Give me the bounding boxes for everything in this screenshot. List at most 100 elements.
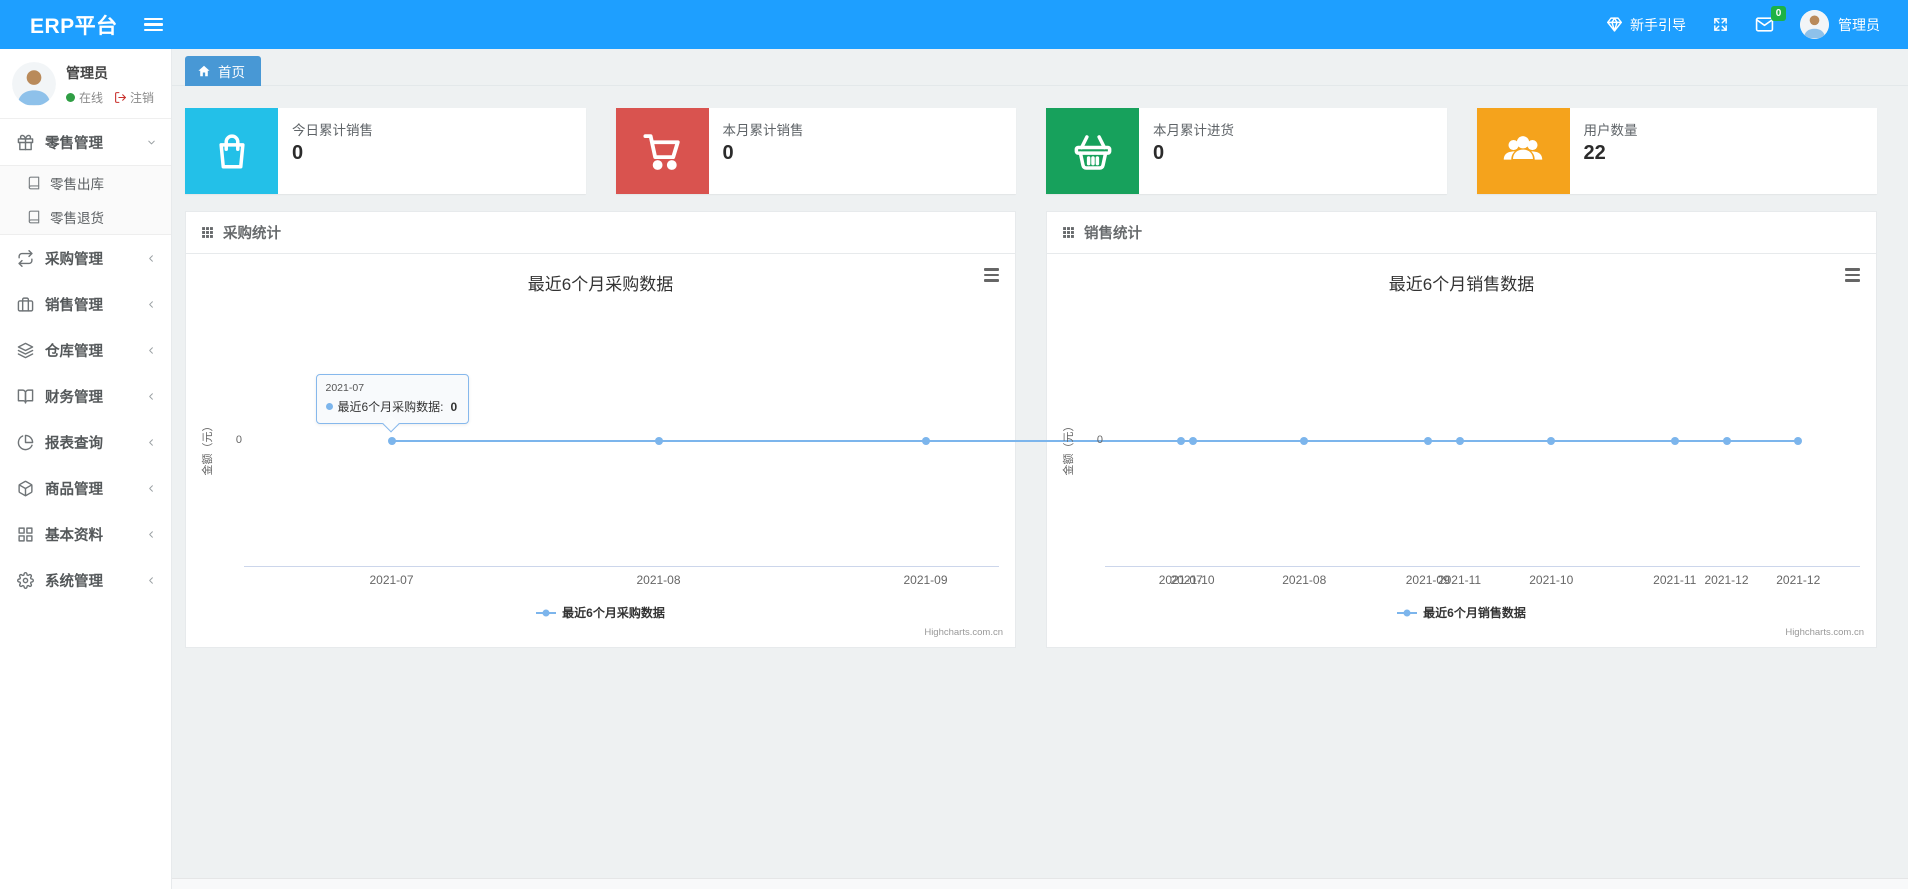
data-point-marker[interactable] bbox=[1300, 437, 1309, 445]
data-point-marker[interactable] bbox=[921, 437, 930, 445]
data-point-marker[interactable] bbox=[387, 437, 396, 445]
stat-card-1: 本月累计销售 0 bbox=[615, 108, 1016, 194]
message-count-badge: 0 bbox=[1771, 6, 1786, 21]
stat-card-label: 今日累计销售 bbox=[292, 123, 373, 138]
chart-area: 最近6个月销售数据 金额（元） 0 2021-07 2021-08 2021-09 2021… bbox=[1047, 254, 1876, 647]
fullscreen-icon bbox=[1712, 16, 1729, 33]
sidebar-item-label: 商品管理 bbox=[45, 481, 103, 498]
sidebar-item-retail-return[interactable]: 零售退货 bbox=[0, 200, 171, 234]
tooltip-category: 2021-07 bbox=[325, 382, 365, 394]
profile-name: 管理员 bbox=[66, 64, 108, 81]
chevron-left-icon bbox=[146, 299, 157, 310]
stat-card-value: 22 bbox=[1583, 142, 1606, 164]
legend-label: 最近6个月销售数据 bbox=[1423, 606, 1526, 620]
legend-item[interactable]: 最近6个月销售数据 bbox=[1397, 604, 1526, 621]
sidebar-menu: 零售管理零售出库零售退货采购管理销售管理 仓库管理 财务管理报表查询商品管理基本资料… bbox=[0, 118, 171, 603]
sidebar-item-purchase[interactable]: 采购管理 bbox=[0, 235, 171, 281]
top-navbar: ERP平台 新手引导 0 管理员 bbox=[0, 0, 1908, 49]
stat-card-icon-tile bbox=[615, 108, 709, 194]
sidebar-item-report[interactable]: 报表查询 bbox=[0, 419, 171, 465]
data-point-marker[interactable] bbox=[1547, 437, 1556, 445]
stat-card-icon-tile bbox=[1476, 108, 1570, 194]
gift-icon bbox=[17, 134, 34, 151]
sidebar-profile: 管理员 在线 注销 bbox=[0, 49, 171, 118]
stat-card-value: 0 bbox=[292, 142, 304, 164]
briefcase-icon bbox=[17, 296, 34, 313]
series-line bbox=[1180, 440, 1799, 442]
fullscreen-button[interactable] bbox=[1712, 16, 1729, 33]
x-axis-label: 2021-07 bbox=[1158, 573, 1203, 587]
sidebar-item-sales[interactable]: 销售管理 bbox=[0, 281, 171, 327]
panel-grid-icon bbox=[1062, 226, 1075, 239]
tooltip-arrow bbox=[382, 415, 399, 433]
user-name: 管理员 bbox=[1838, 16, 1880, 33]
sidebar-item-system[interactable]: 系统管理 bbox=[0, 557, 171, 603]
data-point-marker[interactable] bbox=[654, 437, 663, 445]
sidebar-item-warehouse[interactable]: 仓库管理 bbox=[0, 327, 171, 373]
sidebar-item-label: 零售出库 bbox=[50, 177, 104, 192]
chevron-left-icon bbox=[146, 253, 157, 264]
sidebar-item-retail[interactable]: 零售管理 bbox=[0, 119, 171, 165]
stat-card-2: 本月累计进货 0 bbox=[1046, 108, 1447, 194]
stat-cards-row: 今日累计销售 0 本月累计销售 0 本月累计进货 0 用户数量 22 bbox=[185, 108, 1877, 194]
chevron-left-icon bbox=[146, 437, 157, 448]
book-open-icon bbox=[17, 388, 34, 405]
sidebar-item-goods[interactable]: 商品管理 bbox=[0, 465, 171, 511]
stat-card-value: 0 bbox=[1153, 142, 1165, 164]
layers-icon bbox=[17, 342, 34, 359]
grid-icon bbox=[17, 526, 34, 543]
legend-marker-icon bbox=[1397, 609, 1418, 616]
data-point-marker[interactable] bbox=[1670, 437, 1679, 445]
logout-link[interactable]: 注销 bbox=[114, 89, 154, 106]
messages-button[interactable]: 0 bbox=[1755, 6, 1786, 34]
chart-legend: 最近6个月销售数据 bbox=[1047, 604, 1876, 621]
x-axis-label: 2021-10 bbox=[1529, 573, 1574, 587]
sidebar-item-basic[interactable]: 基本资料 bbox=[0, 511, 171, 557]
x-axis-label: 2021-12 bbox=[1776, 573, 1821, 587]
chart-legend: 最近6个月采购数据 bbox=[186, 604, 1015, 621]
sidebar-item-label: 报表查询 bbox=[45, 435, 103, 452]
sidebar-item-label: 零售管理 bbox=[45, 135, 103, 152]
chevron-down-icon bbox=[146, 137, 157, 148]
panel-header: 销售统计 bbox=[1047, 212, 1876, 254]
online-status-label: 在线 bbox=[79, 90, 104, 105]
tooltip-value: 0 bbox=[450, 399, 458, 414]
x-axis-label: 2021-08 bbox=[636, 573, 681, 587]
chart-context-menu-button[interactable] bbox=[1845, 268, 1860, 282]
shopping-bag-icon bbox=[211, 130, 253, 172]
highcharts-credit-link[interactable]: Highcharts.com.cn bbox=[1785, 627, 1864, 638]
stat-card-icon-tile bbox=[185, 108, 278, 194]
file-icon bbox=[27, 176, 41, 190]
sidebar-item-label: 基本资料 bbox=[45, 527, 103, 544]
avatar bbox=[12, 62, 56, 106]
tooltip-series-label: 最近6个月采购数据: bbox=[337, 400, 444, 414]
pie-chart-icon bbox=[17, 434, 34, 451]
legend-label: 最近6个月采购数据 bbox=[562, 606, 665, 620]
data-point-marker[interactable] bbox=[1794, 437, 1803, 445]
chart-context-menu-button[interactable] bbox=[984, 268, 999, 282]
data-point-marker[interactable] bbox=[1423, 437, 1432, 445]
highcharts-credit-link[interactable]: Highcharts.com.cn bbox=[924, 627, 1003, 638]
x-axis-line bbox=[1105, 566, 1860, 567]
avatar bbox=[1800, 10, 1829, 39]
file-icon bbox=[27, 210, 41, 224]
x-axis-label: 2021-07 bbox=[369, 573, 414, 587]
sidebar-item-label: 采购管理 bbox=[45, 251, 103, 268]
y-axis-title: 金额（元） bbox=[1063, 420, 1075, 476]
sidebar: 管理员 在线 注销 零售管理零售出库零售退货采购管理销售管理 仓库管理 财务管理报表… bbox=[0, 49, 172, 889]
gem-icon bbox=[1606, 16, 1623, 33]
sidebar-item-finance[interactable]: 财务管理 bbox=[0, 373, 171, 419]
x-axis-label: 2021-08 bbox=[1282, 573, 1327, 587]
tab-home[interactable]: 首页 bbox=[185, 56, 261, 86]
sidebar-item-retail-outbound[interactable]: 零售出库 bbox=[0, 166, 171, 200]
sidebar-toggle-button[interactable] bbox=[143, 12, 170, 38]
y-axis-tick: 0 bbox=[235, 434, 242, 446]
y-axis-tick: 0 bbox=[1096, 434, 1103, 446]
panel-grid-icon bbox=[201, 226, 214, 239]
user-menu[interactable]: 管理员 bbox=[1800, 10, 1880, 39]
basket-icon bbox=[1072, 130, 1114, 172]
data-point-marker[interactable] bbox=[1176, 437, 1185, 445]
guide-link[interactable]: 新手引导 bbox=[1606, 15, 1686, 35]
legend-item[interactable]: 最近6个月采购数据 bbox=[536, 604, 665, 621]
stat-card-label: 本月累计销售 bbox=[722, 123, 804, 138]
